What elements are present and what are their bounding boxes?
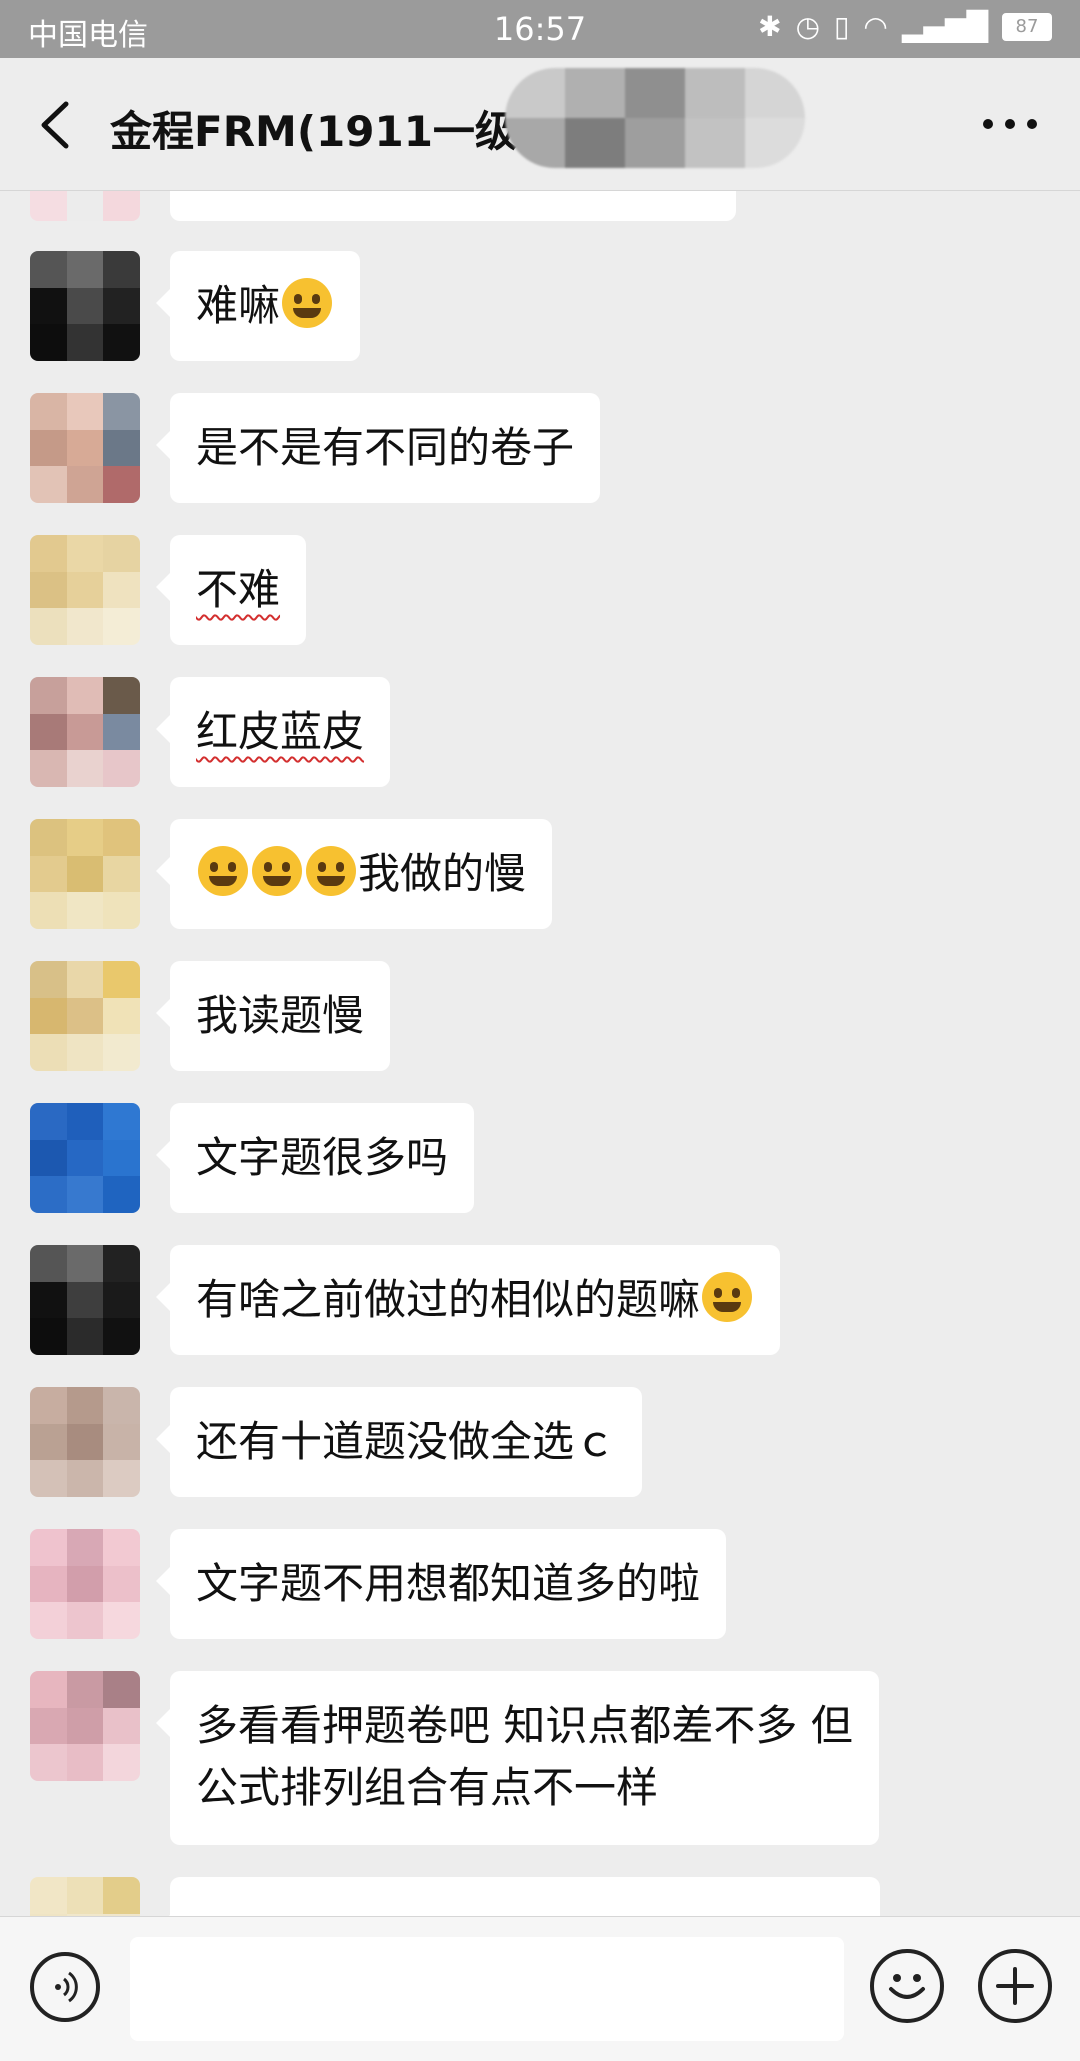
- avatar[interactable]: [30, 1103, 140, 1213]
- message-bubble[interactable]: 我读题慢: [155, 961, 391, 1071]
- message-bubble[interactable]: [170, 191, 736, 221]
- message-text: 难嘛: [196, 281, 281, 330]
- status-icons: ✱ ◷ ▯ ◠ ▂▄▆█ 87: [758, 10, 1052, 43]
- bluetooth-icon: ✱: [758, 10, 782, 43]
- avatar[interactable]: [30, 393, 140, 503]
- message-bubble[interactable]: 红皮蓝皮: [155, 677, 391, 787]
- message-bubble[interactable]: 多看看押题卷吧 知识点都差不多 但 公式排列组合有点不一样: [156, 1671, 879, 1845]
- message-text: 文字题很多吗: [196, 1133, 449, 1182]
- avatar[interactable]: [30, 251, 140, 361]
- chat-title: 金程FRM(1911一级): [110, 107, 537, 156]
- message-bubble[interactable]: 有啥之前做过的相似的题嘛: [155, 1245, 781, 1355]
- message-text-line-2: 公式排列组合有点不一样: [196, 1763, 659, 1812]
- message-text: 有啥之前做过的相似的题嘛: [196, 1275, 701, 1324]
- message-text: 文字题不用想都知道多的啦: [196, 1559, 701, 1608]
- message-bubble[interactable]: 是不是有不同的卷子: [155, 393, 601, 503]
- message-bubble[interactable]: 文字题很多吗: [155, 1103, 475, 1213]
- facepalm-emoji-icon: [306, 846, 356, 896]
- facepalm-emoji-icon: [198, 846, 248, 896]
- message-text-line-1: 多看看押题卷吧 知识点都差不多 但: [196, 1701, 853, 1750]
- more-options-button[interactable]: [980, 114, 1040, 134]
- alarm-icon: ◷: [795, 10, 820, 43]
- input-bar: [0, 1916, 1080, 2061]
- avatar[interactable]: [30, 961, 140, 1071]
- message-text: 不难: [196, 565, 281, 614]
- message-text: 我做的慢: [358, 849, 527, 898]
- emoji-button[interactable]: [870, 1949, 944, 2023]
- avatar[interactable]: [30, 535, 140, 645]
- battery-icon: 87: [1002, 12, 1052, 41]
- avatar[interactable]: [30, 1877, 140, 1916]
- facepalm-emoji-icon: [252, 846, 302, 896]
- signal-icon: ▂▄▆█: [901, 10, 988, 43]
- avatar[interactable]: [30, 1529, 140, 1639]
- message-list[interactable]: 难嘛 是不是有不同的卷子 不难 红皮蓝皮 我做的慢 我读题慢 文字题很多吗 有啥…: [0, 191, 1080, 1916]
- message-bubble[interactable]: 文字题不用想都知道多的啦: [155, 1529, 727, 1639]
- message-text: 还有十道题没做全选ｃ: [196, 1417, 617, 1466]
- avatar[interactable]: [30, 1387, 140, 1497]
- voice-icon: [55, 1971, 78, 2003]
- plus-icon: [996, 1967, 1034, 2005]
- blurred-title-suffix: [505, 68, 805, 168]
- voice-button[interactable]: [30, 1952, 100, 2022]
- avatar[interactable]: [30, 191, 140, 221]
- chat-header: 金程FRM(1911一级): [0, 58, 1080, 191]
- message-bubble[interactable]: 还有十道题没做全选ｃ: [155, 1387, 643, 1497]
- message-text: 红皮蓝皮: [196, 707, 365, 756]
- message-input[interactable]: [130, 1937, 844, 2041]
- back-button[interactable]: [30, 98, 80, 152]
- message-text: 是不是有不同的卷子: [196, 423, 575, 472]
- vibrate-icon: ▯: [834, 10, 850, 43]
- wifi-icon: ◠: [863, 10, 888, 43]
- thinking-emoji-icon: [702, 1272, 753, 1322]
- status-bar: 中国电信 16:57 ✱ ◷ ▯ ◠ ▂▄▆█ 87: [0, 0, 1080, 58]
- message-text: 我读题慢: [196, 991, 365, 1040]
- avatar[interactable]: [30, 819, 140, 929]
- message-bubble[interactable]: 不难: [155, 535, 307, 645]
- message-bubble[interactable]: 难嘛: [155, 251, 361, 361]
- message-bubble[interactable]: [156, 1877, 880, 1916]
- avatar[interactable]: [30, 677, 140, 787]
- grinning-emoji-icon: [282, 278, 333, 328]
- message-bubble[interactable]: 我做的慢: [155, 819, 553, 929]
- avatar[interactable]: [30, 1671, 140, 1781]
- add-button[interactable]: [978, 1949, 1052, 2023]
- smiley-icon: [889, 1974, 925, 1999]
- avatar[interactable]: [30, 1245, 140, 1355]
